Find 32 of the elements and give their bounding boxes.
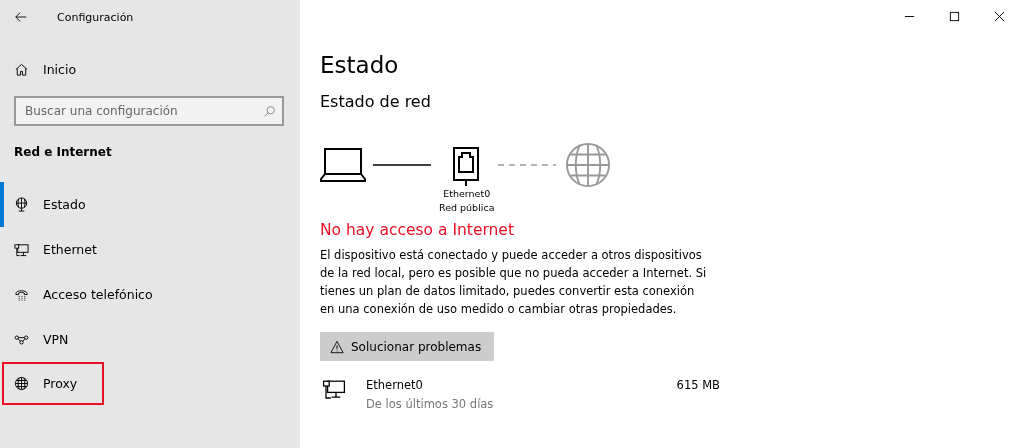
- search-field[interactable]: Buscar una configuración: [14, 96, 284, 126]
- data-usage: 615 MB: [676, 377, 720, 394]
- section-title: Red e Internet: [13, 144, 113, 161]
- adapter-name: Ethernet0: [443, 187, 491, 201]
- status-description: El dispositivo está conectado y puede acceder a otros dispositivos de la red local, pero es posible que no pueda acceder a Internet. Si tienes un plan de datos limitado, puedes convertir esta conexión en una conexión de uso medido o cambiar otras propiedades.: [320, 247, 708, 318]
- phone-icon: [14, 287, 29, 302]
- ethernet-icon: [14, 242, 29, 257]
- adapter-name: Ethernet0: [366, 377, 424, 394]
- network-type: Red pública: [439, 201, 495, 215]
- troubleshoot-button[interactable]: Solucionar problemas: [320, 332, 495, 361]
- usage-period: De los últimos 30 días: [366, 396, 495, 413]
- home-nav-item[interactable]: Inicio: [0, 47, 300, 91]
- globe-icon: [14, 376, 29, 391]
- sidebar-item[interactable]: Acceso telefónico: [0, 272, 300, 317]
- home-icon: [14, 61, 29, 77]
- globe-monitor-icon: [14, 197, 29, 212]
- status-heading: No hay acceso a Internet: [320, 221, 515, 241]
- ethernet-port-icon: [451, 147, 482, 187]
- laptop-icon: [320, 148, 366, 182]
- section-heading: Estado de red: [320, 92, 432, 113]
- ethernet-icon: [322, 379, 346, 401]
- page-title: Estado: [320, 52, 400, 80]
- search-icon[interactable]: [263, 105, 276, 118]
- sidebar-item[interactable]: Proxy: [4, 364, 102, 403]
- globe-icon: [565, 142, 612, 188]
- sidebar-item[interactable]: Ethernet: [0, 227, 300, 272]
- back-icon[interactable]: [14, 10, 28, 24]
- sidebar-item[interactable]: VPN: [0, 317, 300, 362]
- connection-line: [373, 164, 431, 166]
- warning-icon: [330, 339, 344, 354]
- vpn-icon: [14, 332, 29, 347]
- window-title: Configuración: [57, 10, 134, 24]
